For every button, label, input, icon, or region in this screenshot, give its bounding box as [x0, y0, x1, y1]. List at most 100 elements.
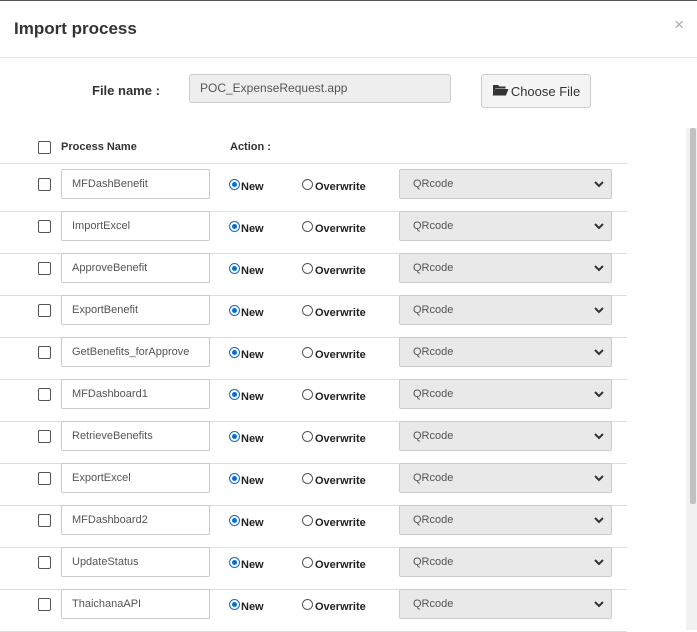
overwrite-radio[interactable] [302, 179, 313, 190]
new-label: New [241, 265, 264, 277]
row-checkbox[interactable] [38, 304, 51, 317]
table-row: ImportExcel New Overwrite QRcode [0, 211, 627, 254]
target-select[interactable]: QRcode [399, 211, 612, 241]
process-name-field[interactable]: RetrieveBenefits [61, 421, 210, 451]
process-name-field[interactable]: UpdateStatus [61, 547, 210, 577]
overwrite-label: Overwrite [315, 307, 366, 319]
process-name-field[interactable]: ThaichanaAPI [61, 589, 210, 619]
overwrite-label: Overwrite [315, 391, 366, 403]
choose-file-button[interactable]: Choose File [481, 74, 591, 108]
overwrite-label: Overwrite [315, 265, 366, 277]
process-name-field[interactable]: ExportExcel [61, 463, 210, 493]
process-name-field[interactable]: GetBenefits_forApprove [61, 337, 210, 367]
new-radio[interactable] [229, 431, 240, 442]
select-value: QRcode [413, 598, 454, 610]
target-select[interactable]: QRcode [399, 547, 612, 577]
process-name-field[interactable]: ImportExcel [61, 211, 210, 241]
select-all-checkbox[interactable] [38, 141, 51, 154]
target-select[interactable]: QRcode [399, 463, 612, 493]
row-checkbox[interactable] [38, 556, 51, 569]
table-row: ApproveBenefit New Overwrite QRcode [0, 253, 627, 296]
process-name-field[interactable]: ExportBenefit [61, 295, 210, 325]
modal-title: Import process [14, 19, 137, 38]
chevron-down-icon [594, 517, 604, 524]
row-checkbox[interactable] [38, 178, 51, 191]
chevron-down-icon [594, 475, 604, 482]
new-radio[interactable] [229, 179, 240, 190]
select-value: QRcode [413, 178, 454, 190]
overwrite-radio[interactable] [302, 515, 313, 526]
overwrite-radio[interactable] [302, 305, 313, 316]
row-checkbox[interactable] [38, 346, 51, 359]
table-row: MFDashboard1 New Overwrite QRcode [0, 379, 627, 422]
overwrite-radio[interactable] [302, 473, 313, 484]
chevron-down-icon [594, 391, 604, 398]
folder-open-icon [492, 83, 509, 99]
target-select[interactable]: QRcode [399, 379, 612, 409]
select-value: QRcode [413, 430, 454, 442]
overwrite-label: Overwrite [315, 433, 366, 445]
target-select[interactable]: QRcode [399, 589, 612, 619]
select-value: QRcode [413, 220, 454, 232]
new-radio[interactable] [229, 389, 240, 400]
new-radio[interactable] [229, 473, 240, 484]
process-name-field[interactable]: MFDashBenefit [61, 169, 210, 199]
select-value: QRcode [413, 262, 454, 274]
close-icon[interactable]: × [674, 15, 684, 35]
modal-header: Import process × [0, 1, 697, 58]
overwrite-radio[interactable] [302, 557, 313, 568]
overwrite-label: Overwrite [315, 349, 366, 361]
new-label: New [241, 433, 264, 445]
chevron-down-icon [594, 307, 604, 314]
select-value: QRcode [413, 472, 454, 484]
new-label: New [241, 181, 264, 193]
new-radio[interactable] [229, 221, 240, 232]
overwrite-label: Overwrite [315, 475, 366, 487]
overwrite-radio[interactable] [302, 599, 313, 610]
overwrite-label: Overwrite [315, 601, 366, 613]
new-radio[interactable] [229, 263, 240, 274]
row-checkbox[interactable] [38, 472, 51, 485]
overwrite-label: Overwrite [315, 559, 366, 571]
target-select[interactable]: QRcode [399, 169, 612, 199]
new-radio[interactable] [229, 557, 240, 568]
process-name-field[interactable]: ApproveBenefit [61, 253, 210, 283]
select-value: QRcode [413, 556, 454, 568]
select-value: QRcode [413, 304, 454, 316]
chevron-down-icon [594, 265, 604, 272]
table-row: ThaichanaAPI New Overwrite QRcode [0, 589, 627, 632]
new-label: New [241, 223, 264, 235]
scrollbar-thumb[interactable] [690, 128, 696, 504]
new-radio[interactable] [229, 599, 240, 610]
new-radio[interactable] [229, 347, 240, 358]
choose-file-label: Choose File [510, 83, 581, 99]
new-label: New [241, 475, 264, 487]
row-checkbox[interactable] [38, 262, 51, 275]
row-checkbox[interactable] [38, 430, 51, 443]
row-checkbox[interactable] [38, 220, 51, 233]
table-row: GetBenefits_forApprove New Overwrite QRcode [0, 337, 627, 380]
select-value: QRcode [413, 514, 454, 526]
row-checkbox[interactable] [38, 514, 51, 527]
target-select[interactable]: QRcode [399, 421, 612, 451]
process-name-field[interactable]: MFDashboard1 [61, 379, 210, 409]
new-radio[interactable] [229, 305, 240, 316]
row-checkbox[interactable] [38, 598, 51, 611]
chevron-down-icon [594, 601, 604, 608]
target-select[interactable]: QRcode [399, 337, 612, 367]
row-checkbox[interactable] [38, 388, 51, 401]
target-select[interactable]: QRcode [399, 253, 612, 283]
overwrite-radio[interactable] [302, 431, 313, 442]
overwrite-radio[interactable] [302, 389, 313, 400]
target-select[interactable]: QRcode [399, 295, 612, 325]
overwrite-radio[interactable] [302, 263, 313, 274]
overwrite-radio[interactable] [302, 347, 313, 358]
select-value: QRcode [413, 346, 454, 358]
new-label: New [241, 307, 264, 319]
chevron-down-icon [594, 181, 604, 188]
target-select[interactable]: QRcode [399, 505, 612, 535]
chevron-down-icon [594, 349, 604, 356]
new-radio[interactable] [229, 515, 240, 526]
overwrite-radio[interactable] [302, 221, 313, 232]
process-name-field[interactable]: MFDashboard2 [61, 505, 210, 535]
